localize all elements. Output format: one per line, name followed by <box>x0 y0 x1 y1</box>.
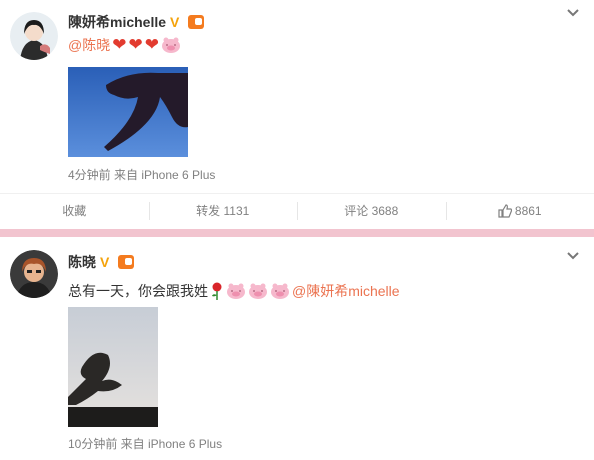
avatar[interactable] <box>10 250 58 298</box>
like-button[interactable]: 8861 <box>445 194 594 227</box>
name-row: 陳妍希michelle V <box>68 12 205 32</box>
verified-v-icon: V <box>170 14 180 30</box>
thumbs-up-icon <box>498 203 512 218</box>
chevron-down-icon[interactable] <box>566 249 580 263</box>
post-meta: 10分钟前 来自 iPhone 6 Plus <box>68 437 223 451</box>
name-row: 陈晓 V <box>68 252 134 272</box>
comment-button[interactable]: 评论 3688 <box>297 194 446 227</box>
pig-emoji-icon <box>161 37 180 53</box>
post-photo[interactable] <box>68 67 188 157</box>
member-icon[interactable] <box>118 255 134 269</box>
pig-emoji-icon <box>271 283 289 299</box>
verified-v-icon: V <box>100 254 110 270</box>
heart-emoji-icon: ❤ <box>128 35 143 54</box>
weibo-post-1: 陳妍希michelle V @陈晓 ❤ ❤ ❤ 4分钟前 来自 iPhone 6… <box>0 0 594 229</box>
like-count: 8861 <box>514 203 542 218</box>
action-bar: 收藏 转发 1131 评论 3688 8861 <box>0 193 594 227</box>
post-content: @陈晓 ❤ ❤ ❤ <box>68 35 181 55</box>
post-photo[interactable] <box>68 307 158 427</box>
pig-emoji-icon <box>249 283 267 299</box>
favorite-label: 收藏 <box>62 204 87 218</box>
mention-link[interactable]: @陳妍希michelle <box>292 281 400 301</box>
rose-emoji-icon <box>212 282 222 300</box>
favorite-button[interactable]: 收藏 <box>0 194 149 227</box>
comment-label: 评论 3688 <box>344 204 399 218</box>
post-meta: 4分钟前 来自 iPhone 6 Plus <box>68 168 216 182</box>
mention-link[interactable]: @陈晓 <box>68 35 110 55</box>
repost-button[interactable]: 转发 1131 <box>148 194 298 227</box>
chevron-down-icon[interactable] <box>566 6 580 20</box>
post-divider <box>0 229 594 237</box>
heart-emoji-icon: ❤ <box>112 35 127 54</box>
heart-emoji-icon: ❤ <box>144 35 159 54</box>
username[interactable]: 陳妍希michelle <box>68 12 166 32</box>
post-content: 总有一天，你会跟我姓 @陳妍希michelle <box>68 281 400 301</box>
member-icon[interactable] <box>188 15 205 29</box>
avatar[interactable] <box>10 12 58 60</box>
post-text: 总有一天，你会跟我姓 <box>68 283 208 299</box>
weibo-post-2: 陈晓 V 总有一天，你会跟我姓 @陳妍希michelle 10分钟前 来自 iP… <box>0 237 594 460</box>
pig-emoji-icon <box>227 283 245 299</box>
repost-label: 转发 1131 <box>196 204 250 218</box>
username[interactable]: 陈晓 <box>68 252 96 272</box>
